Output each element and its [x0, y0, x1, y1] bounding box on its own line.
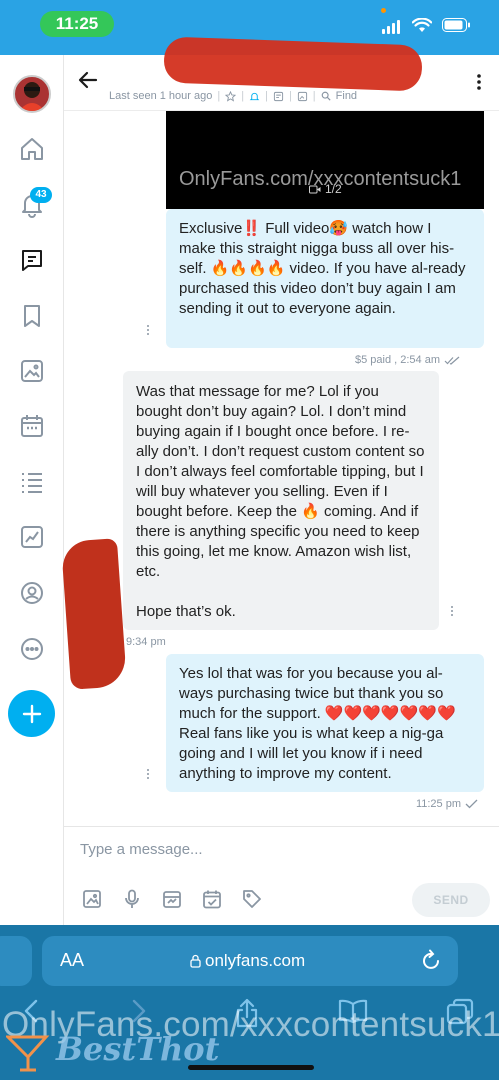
- cocktail-logo-icon: [6, 1035, 50, 1072]
- check-icon: [465, 799, 478, 809]
- message-composer: Type a message... SEND: [64, 826, 499, 925]
- video-camera-icon: [309, 185, 321, 193]
- message-options-icon[interactable]: [147, 325, 151, 335]
- calendar-icon[interactable]: [14, 408, 50, 444]
- double-check-icon: [444, 356, 460, 365]
- price-tag-icon[interactable]: [242, 889, 262, 909]
- redacted-username: [163, 36, 423, 92]
- microphone-icon[interactable]: [122, 889, 142, 909]
- calendar-check-icon[interactable]: [202, 889, 222, 909]
- message-bubble-outgoing: Exclusive‼️ Full video🥵 watch how I make…: [166, 209, 484, 348]
- star-icon[interactable]: [225, 90, 237, 102]
- message-text: Exclusive‼️ Full video🥵 watch how I make…: [179, 220, 470, 317]
- sidebar-nav: 43: [0, 55, 64, 925]
- home-icon[interactable]: [14, 131, 50, 167]
- chat-header: Last seen 1 hour ago | | | | | Find: [64, 36, 499, 111]
- send-button[interactable]: SEND: [412, 883, 490, 917]
- message-meta: 11:25 pm: [415, 798, 461, 810]
- messages-icon[interactable]: [14, 242, 50, 278]
- message-options-icon[interactable]: [451, 606, 455, 616]
- bookmark-icon[interactable]: [14, 298, 50, 334]
- message-bubble-outgoing: Yes lol that was for you because you al-…: [166, 654, 484, 792]
- mic-indicator-dot: [381, 8, 386, 13]
- notifications-badge: 43: [30, 187, 52, 203]
- wifi-icon: [412, 17, 432, 32]
- plus-icon: [22, 704, 41, 723]
- message-meta: 9:34 pm: [126, 636, 166, 648]
- gallery-icon[interactable]: [297, 91, 308, 102]
- gallery-icon[interactable]: [14, 353, 50, 389]
- reload-icon[interactable]: [422, 949, 442, 976]
- back-arrow-icon[interactable]: [78, 71, 98, 94]
- video-attachment[interactable]: OnlyFans.com/xxxcontentsuck1 1/2: [166, 111, 484, 209]
- more-options-icon[interactable]: [477, 73, 481, 96]
- notes-icon[interactable]: [273, 91, 284, 102]
- message-meta: $5 paid , 2:54 am: [354, 354, 440, 366]
- message-text: Was that message for me? Lol if you boug…: [136, 383, 425, 620]
- vault-icon[interactable]: [162, 889, 182, 909]
- lock-icon: [190, 954, 201, 968]
- image-icon[interactable]: [82, 889, 102, 909]
- find-button[interactable]: Find: [336, 90, 357, 102]
- address-bar[interactable]: AA onlyfans.com: [42, 936, 458, 986]
- cellular-signal-icon: [382, 16, 402, 34]
- home-indicator[interactable]: [188, 1065, 314, 1070]
- message-text: Yes lol that was for you because you al-…: [179, 665, 460, 782]
- redacted-avatar: [60, 538, 128, 690]
- url-text: onlyfans.com: [205, 951, 306, 970]
- watermark-logo: BestThot: [56, 1030, 220, 1068]
- lists-icon[interactable]: [14, 464, 50, 500]
- more-icon[interactable]: [14, 631, 50, 667]
- message-input[interactable]: Type a message...: [80, 841, 203, 858]
- bell-icon[interactable]: [249, 91, 260, 102]
- reader-mode-button[interactable]: AA: [60, 950, 84, 971]
- previous-tab-pill[interactable]: [0, 936, 32, 986]
- profile-icon[interactable]: [14, 575, 50, 611]
- message-bubble-incoming: Was that message for me? Lol if you boug…: [123, 371, 439, 630]
- avatar[interactable]: [13, 75, 51, 113]
- message-options-icon[interactable]: [147, 769, 151, 779]
- browser-toolbar: AA onlyfans.com OnlyFans.com/xxxcontents…: [0, 925, 499, 1080]
- video-counter: 1/2: [325, 182, 342, 196]
- status-time: 11:25: [40, 11, 114, 37]
- search-icon[interactable]: [321, 91, 331, 101]
- new-post-button[interactable]: [8, 690, 55, 737]
- last-seen-text: Last seen 1 hour ago: [109, 90, 213, 102]
- battery-icon: [442, 18, 470, 32]
- statistics-icon[interactable]: [14, 519, 50, 555]
